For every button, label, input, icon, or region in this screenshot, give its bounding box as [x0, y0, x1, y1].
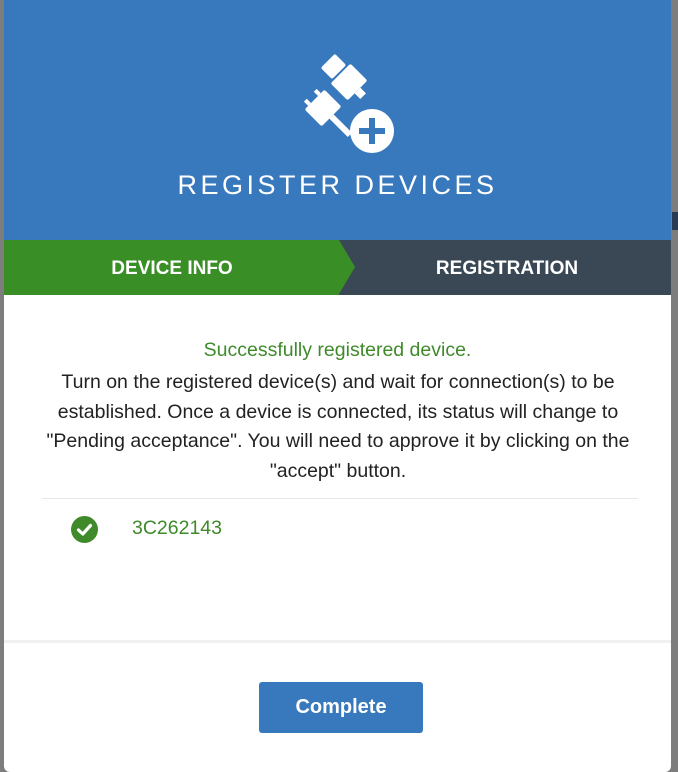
complete-button[interactable]: Complete [259, 682, 423, 733]
plug-plus-icon [303, 54, 394, 153]
instructions-text: Turn on the registered device(s) and wai… [46, 371, 630, 482]
modal-body-content: Successfully registered device. Turn on … [4, 295, 671, 640]
device-id: 3C262143 [132, 517, 222, 539]
step-device-info[interactable]: DEVICE INFO [4, 240, 340, 295]
device-list-item: 3C262143 [42, 511, 638, 547]
footer-divider [4, 640, 671, 643]
register-devices-modal: REGISTER DEVICES DEVICE INFO REGISTRATIO… [4, 0, 671, 772]
wizard-steps: DEVICE INFO REGISTRATION [4, 240, 671, 295]
modal-header: REGISTER DEVICES [4, 0, 671, 240]
scrollbar-thumb[interactable] [672, 212, 678, 230]
content-divider [42, 498, 638, 499]
modal-title: REGISTER DEVICES [177, 170, 498, 200]
check-circle-icon [71, 516, 98, 543]
step-registration[interactable]: REGISTRATION [340, 240, 671, 295]
success-message: Successfully registered device. [203, 339, 472, 361]
